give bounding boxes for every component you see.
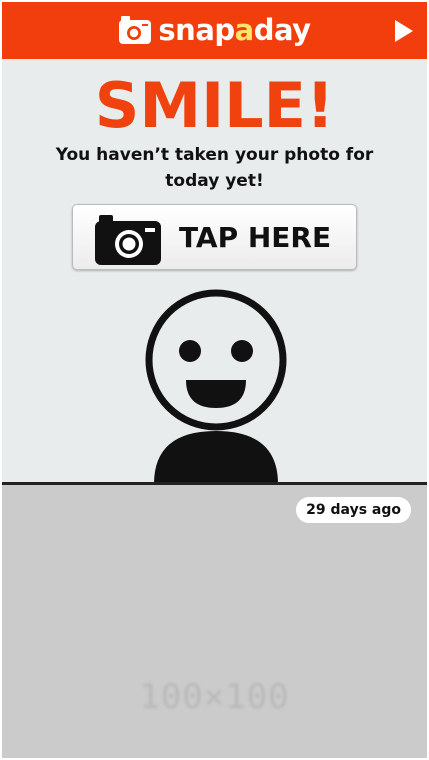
tap-here-button[interactable]: TAP HERE — [72, 204, 357, 270]
brand-name-highlight: a — [234, 13, 255, 47]
brand-name-part3: day — [253, 13, 311, 47]
timestamp-badge: 29 days ago — [296, 497, 411, 523]
play-icon[interactable] — [395, 20, 413, 42]
camera-icon — [119, 16, 152, 44]
camera-icon — [95, 215, 161, 265]
tap-here-label: TAP HERE — [179, 221, 332, 254]
page-title: SMILE! — [94, 69, 335, 142]
app-screen: snapaday SMILE! You haven’t taken your p… — [2, 2, 427, 758]
brand-name: snapaday — [158, 10, 311, 50]
smiley-person-icon — [145, 289, 287, 484]
photo-placeholder[interactable]: 29 days ago 100×100 — [2, 485, 427, 758]
placeholder-text: 100×100 — [139, 677, 290, 717]
app-header: snapaday — [2, 2, 427, 59]
reminder-text: You haven’t taken your photo for today y… — [55, 145, 374, 191]
brand-name-part1: snap — [158, 13, 235, 47]
brand-logo: snapaday — [2, 10, 427, 50]
